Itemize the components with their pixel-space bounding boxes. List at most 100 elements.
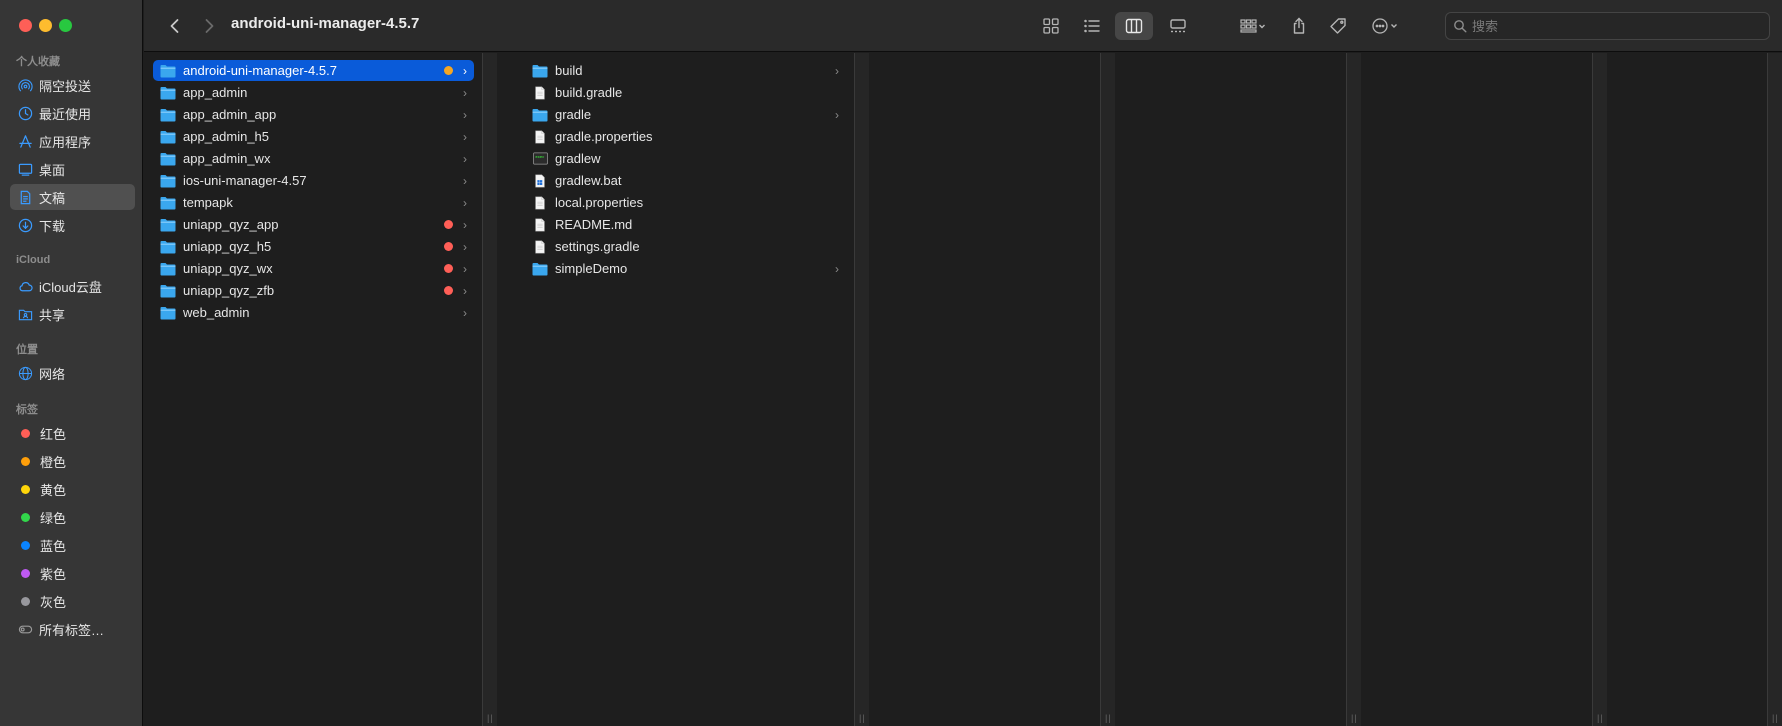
folder-item[interactable]: build ›: [525, 60, 846, 81]
chevron-right-icon: ›: [463, 173, 467, 188]
applications-icon: [17, 133, 33, 149]
column-divider[interactable]: ||: [1768, 53, 1782, 726]
folder-item[interactable]: uniapp_qyz_wx ›: [153, 258, 474, 279]
tag-color-dot: [21, 456, 30, 466]
sidebar-section-title: iCloud: [16, 254, 51, 266]
item-name: build: [555, 63, 583, 78]
sidebar-item[interactable]: 绿色: [10, 504, 135, 530]
sidebar-item[interactable]: 黄色: [10, 476, 135, 502]
sidebar-item[interactable]: 红色: [10, 420, 135, 446]
icon-view-button[interactable]: [1035, 12, 1067, 40]
zoom-window-button[interactable]: [59, 19, 72, 32]
column-resize-handle[interactable]: ||: [487, 713, 494, 723]
folder-item[interactable]: app_admin_h5 ›: [153, 126, 474, 147]
sidebar: 个人收藏 隔空投送 最近使用 应用程序 桌面 文稿 下载 iCloud iCloud云盘 共享 位置…: [0, 0, 143, 726]
sidebar-section-title: 位置: [16, 344, 38, 356]
folder-item[interactable]: web_admin ›: [153, 302, 474, 323]
file-item[interactable]: exec gradlew: [525, 148, 846, 169]
sidebar-item[interactable]: 网络: [10, 360, 135, 386]
folder-item[interactable]: app_admin_wx ›: [153, 148, 474, 169]
search-field[interactable]: [1445, 12, 1770, 40]
file-item[interactable]: gradle.properties: [525, 126, 846, 147]
tag-color-dot: [21, 596, 30, 606]
desktop-icon: [17, 161, 33, 177]
folder-item[interactable]: simpleDemo ›: [525, 258, 846, 279]
finder-column[interactable]: [1129, 53, 1347, 726]
gallery-view-button[interactable]: [1161, 12, 1195, 40]
sidebar-item[interactable]: 下载: [10, 212, 135, 238]
column-divider[interactable]: ||: [483, 53, 497, 726]
column-view-button[interactable]: [1115, 12, 1153, 40]
minimize-window-button[interactable]: [39, 19, 52, 32]
sidebar-item[interactable]: 紫色: [10, 560, 135, 586]
file-item[interactable]: README.md: [525, 214, 846, 235]
finder-column[interactable]: [1375, 53, 1593, 726]
folder-item[interactable]: app_admin ›: [153, 82, 474, 103]
sidebar-item-label: 文稿: [39, 190, 66, 206]
folder-item[interactable]: uniapp_qyz_zfb ›: [153, 280, 474, 301]
column-resize-handle[interactable]: ||: [1772, 713, 1779, 723]
folder-item[interactable]: uniapp_qyz_app ›: [153, 214, 474, 235]
ellipsis-circle-icon: [1372, 18, 1397, 34]
sidebar-item[interactable]: 桌面: [10, 156, 135, 182]
folder-item[interactable]: uniapp_qyz_h5 ›: [153, 236, 474, 257]
column-divider[interactable]: ||: [1347, 53, 1361, 726]
sidebar-item-label: 灰色: [40, 594, 67, 610]
back-button[interactable]: [162, 12, 188, 40]
chevron-right-icon: ›: [463, 239, 467, 254]
tag-color-dot: [21, 484, 30, 494]
file-item[interactable]: build.gradle: [525, 82, 846, 103]
tag-color-dot: [21, 428, 30, 438]
sidebar-item[interactable]: 蓝色: [10, 532, 135, 558]
item-name: uniapp_qyz_wx: [183, 261, 273, 276]
folder-item[interactable]: gradle ›: [525, 104, 846, 125]
folder-icon: [159, 239, 177, 255]
tag-dot: [444, 66, 453, 75]
tag-dot: [444, 242, 453, 251]
column-divider[interactable]: ||: [1101, 53, 1115, 726]
folder-item[interactable]: android-uni-manager-4.5.7 ›: [153, 60, 474, 81]
column-divider[interactable]: ||: [855, 53, 869, 726]
tag-color-dot: [21, 568, 30, 578]
sidebar-item[interactable]: iCloud云盘: [10, 273, 135, 299]
column-divider[interactable]: ||: [1593, 53, 1607, 726]
column-resize-handle[interactable]: ||: [859, 713, 866, 723]
close-window-button[interactable]: [19, 19, 32, 32]
folder-item[interactable]: tempapk ›: [153, 192, 474, 213]
finder-column[interactable]: [883, 53, 1101, 726]
item-name: uniapp_qyz_zfb: [183, 283, 275, 298]
sidebar-item[interactable]: 应用程序: [10, 128, 135, 154]
item-name: gradle.properties: [555, 129, 653, 144]
sidebar-section-title: 标签: [16, 404, 38, 416]
item-name: android-uni-manager-4.5.7: [183, 63, 337, 78]
sidebar-item[interactable]: 文稿: [10, 184, 135, 210]
column-resize-handle[interactable]: ||: [1105, 713, 1112, 723]
folder-icon: [159, 129, 177, 145]
list-view-button[interactable]: [1076, 12, 1108, 40]
sidebar-item[interactable]: 橙色: [10, 448, 135, 474]
sidebar-item[interactable]: 共享: [10, 301, 135, 327]
folder-item[interactable]: app_admin_app ›: [153, 104, 474, 125]
sidebar-item[interactable]: 最近使用: [10, 100, 135, 126]
finder-column[interactable]: android-uni-manager-4.5.7 › app_admin › app_…: [144, 53, 483, 726]
sidebar-item[interactable]: 所有标签…: [10, 616, 135, 642]
window-title: android-uni-manager-4.5.7: [231, 15, 420, 32]
forward-button[interactable]: [196, 12, 222, 40]
folder-item[interactable]: ios-uni-manager-4.57 ›: [153, 170, 474, 191]
finder-column[interactable]: build › build.gradle gradle › gradle.properti…: [516, 53, 855, 726]
file-item[interactable]: local.properties: [525, 192, 846, 213]
search-icon: [1454, 20, 1467, 33]
column-resize-handle[interactable]: ||: [1351, 713, 1358, 723]
sidebar-item[interactable]: 灰色: [10, 588, 135, 614]
chevron-right-icon: ›: [835, 63, 839, 78]
sidebar-item[interactable]: 隔空投送: [10, 72, 135, 98]
tag-button[interactable]: [1324, 12, 1352, 40]
file-item[interactable]: settings.gradle: [525, 236, 846, 257]
group-by-button[interactable]: [1232, 12, 1274, 40]
file-item[interactable]: gradlew.bat: [525, 170, 846, 191]
search-input[interactable]: [1472, 18, 1769, 34]
finder-column[interactable]: [1621, 53, 1768, 726]
share-button[interactable]: [1285, 12, 1313, 40]
more-actions-button[interactable]: [1364, 12, 1408, 40]
column-resize-handle[interactable]: ||: [1597, 713, 1604, 723]
